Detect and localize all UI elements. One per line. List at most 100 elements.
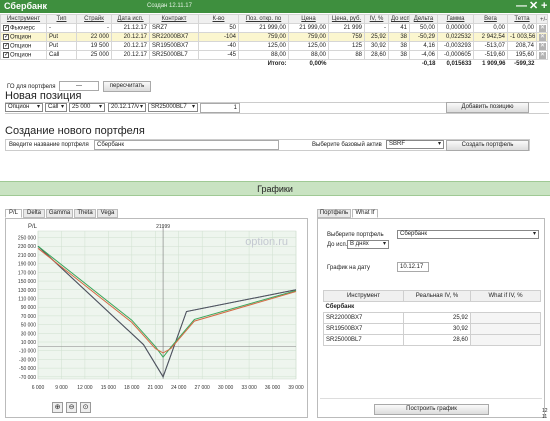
- quantity-input[interactable]: 1: [200, 103, 240, 113]
- column-header[interactable]: Цена, руб.: [328, 14, 365, 24]
- delete-row-icon[interactable]: ✕: [539, 51, 546, 59]
- x-tick-label: 21 000: [148, 385, 164, 391]
- portfolio-select[interactable]: Сбербанк: [397, 230, 539, 239]
- cell: SR25000BL7: [323, 334, 404, 346]
- column-header[interactable]: Вега: [473, 14, 508, 24]
- row-checkbox[interactable]: ✓: [3, 33, 9, 40]
- cell: 2 942,54: [473, 32, 508, 42]
- cell: 88,00: [288, 50, 329, 60]
- cell[interactable]: 21 999,00: [238, 23, 289, 33]
- cell: SR22000BX7: [149, 32, 199, 42]
- column-header[interactable]: Дельта: [409, 14, 438, 24]
- cell: 30,92: [364, 41, 389, 51]
- price-marker-label: 21999: [156, 224, 170, 230]
- cell[interactable]: -45: [198, 50, 239, 60]
- chart-date-input[interactable]: 10.12.17: [397, 262, 429, 272]
- row-checkbox[interactable]: ✓: [3, 42, 9, 49]
- cell: 22 000: [76, 32, 112, 42]
- cell: Put: [46, 41, 77, 51]
- cell[interactable]: -40: [198, 41, 239, 51]
- totals-pct: 0,00%: [309, 61, 327, 68]
- table-row[interactable]: ✓Фьючерс - - 21.12.17 SRZ7 50 21 999,00 …: [0, 23, 548, 33]
- totals-theta: -599,32: [514, 61, 535, 68]
- cell: 21 999,00: [288, 23, 329, 33]
- column-header: What if IV, %: [470, 290, 541, 302]
- option-kind-select[interactable]: Call: [45, 103, 67, 112]
- column-header[interactable]: До исп.: [388, 14, 410, 24]
- y-tick-label: 10 000: [21, 340, 37, 346]
- clock: 12 11: [542, 408, 548, 420]
- build-chart-button[interactable]: Построить график: [374, 404, 489, 415]
- y-tick-label: 210 000: [18, 253, 36, 259]
- tab-theta[interactable]: Theta: [74, 209, 96, 218]
- y-axis-label: P/L: [28, 224, 38, 230]
- close-button[interactable]: ✕: [529, 0, 538, 13]
- column-header[interactable]: IV, %: [364, 14, 389, 24]
- cell: 88: [328, 50, 365, 60]
- what-if-iv-input[interactable]: [470, 334, 541, 346]
- tab-portfolio[interactable]: Портфель: [317, 209, 351, 218]
- x-tick-label: 24 000: [171, 385, 187, 391]
- zoom-reset-icon[interactable]: ⊙: [80, 402, 91, 413]
- cell: SRZ7: [149, 23, 199, 33]
- position-type-select[interactable]: Опцион: [5, 103, 43, 112]
- strike-select[interactable]: 25 000: [69, 103, 105, 112]
- column-header[interactable]: Тетта: [507, 14, 537, 24]
- pl-chart[interactable]: 250 000 230 000 210 000 190 000 170 000 150 0…: [7, 219, 305, 399]
- column-header[interactable]: Гамма: [437, 14, 474, 24]
- cell: 20.12.17: [111, 41, 150, 51]
- y-tick-label: 190 000: [18, 262, 36, 268]
- y-tick-label: 170 000: [18, 270, 36, 276]
- expiry-date-select[interactable]: 20.12.17/v: [108, 103, 146, 112]
- cell: 0,022532: [437, 32, 474, 42]
- column-header: Инструмент: [323, 290, 404, 302]
- add-button[interactable]: +: [541, 0, 547, 13]
- row-checkbox[interactable]: ✓: [3, 24, 9, 31]
- cell[interactable]: 88,00: [238, 50, 289, 60]
- table-row[interactable]: ✓Опцион Call 25 000 20.12.17 SR25000BL7 …: [0, 50, 548, 60]
- cell[interactable]: -104: [198, 32, 239, 42]
- cell[interactable]: 50: [198, 23, 239, 33]
- column-header[interactable]: Цена: [288, 14, 329, 24]
- cell[interactable]: 125,00: [238, 41, 289, 51]
- base-asset-select[interactable]: SBRF: [386, 140, 444, 149]
- plus-minus-toggle[interactable]: +/-: [540, 17, 547, 23]
- column-header[interactable]: Контракт: [149, 14, 199, 24]
- column-header[interactable]: Дата исп.: [111, 14, 150, 24]
- portfolio-name-input[interactable]: Сбербанк: [94, 140, 279, 150]
- column-header[interactable]: Тип: [46, 14, 77, 24]
- table-row[interactable]: ✓Опцион Put 19 500 20.12.17 SR19500BX7 -…: [0, 41, 548, 51]
- cell: -0,003293: [437, 41, 474, 51]
- watermark: option.ru: [245, 236, 288, 248]
- tab-delta[interactable]: Delta: [23, 209, 45, 218]
- tab-gamma[interactable]: Gamma: [46, 209, 73, 218]
- recalculate-button[interactable]: пересчитать: [103, 81, 151, 92]
- add-position-button[interactable]: Добавить позицию: [446, 102, 529, 113]
- column-header[interactable]: Инструмент: [0, 14, 47, 24]
- delete-row-icon[interactable]: ✕: [539, 42, 546, 50]
- tab-vega[interactable]: Vega: [97, 209, 118, 218]
- cell[interactable]: 759,00: [238, 32, 289, 42]
- right-tabs: Портфель What If: [317, 209, 387, 218]
- column-header[interactable]: Страйк: [76, 14, 112, 24]
- tab-pl[interactable]: P/L: [5, 209, 22, 218]
- cell: Опцион: [10, 52, 32, 59]
- positions-table: Инструмент Тип Страйк Дата исп. Контракт…: [0, 14, 548, 69]
- column-header[interactable]: Поз. откр. по: [238, 14, 289, 24]
- delete-row-icon[interactable]: ✕: [539, 33, 546, 41]
- column-header[interactable]: К-во: [198, 14, 239, 24]
- zoom-in-icon[interactable]: ⊕: [52, 402, 63, 413]
- table-row[interactable]: ✓Опцион Put 22 000 20.12.17 SR22000BX7 -…: [0, 32, 548, 42]
- cell: -513,07: [473, 41, 508, 51]
- cell: 21.12.17: [111, 23, 150, 33]
- zoom-out-icon[interactable]: ⊖: [66, 402, 77, 413]
- minimize-button[interactable]: —: [516, 0, 527, 13]
- what-if-iv-input[interactable]: [470, 312, 541, 324]
- what-if-iv-input[interactable]: [470, 323, 541, 335]
- contract-select[interactable]: SR25000BL7: [148, 103, 198, 112]
- until-select[interactable]: В днях: [347, 240, 389, 249]
- row-checkbox[interactable]: ✓: [3, 51, 9, 58]
- create-portfolio-button[interactable]: Создать портфель: [446, 140, 529, 151]
- delete-row-icon[interactable]: ✕: [539, 24, 546, 32]
- tab-what-if[interactable]: What If: [352, 209, 378, 218]
